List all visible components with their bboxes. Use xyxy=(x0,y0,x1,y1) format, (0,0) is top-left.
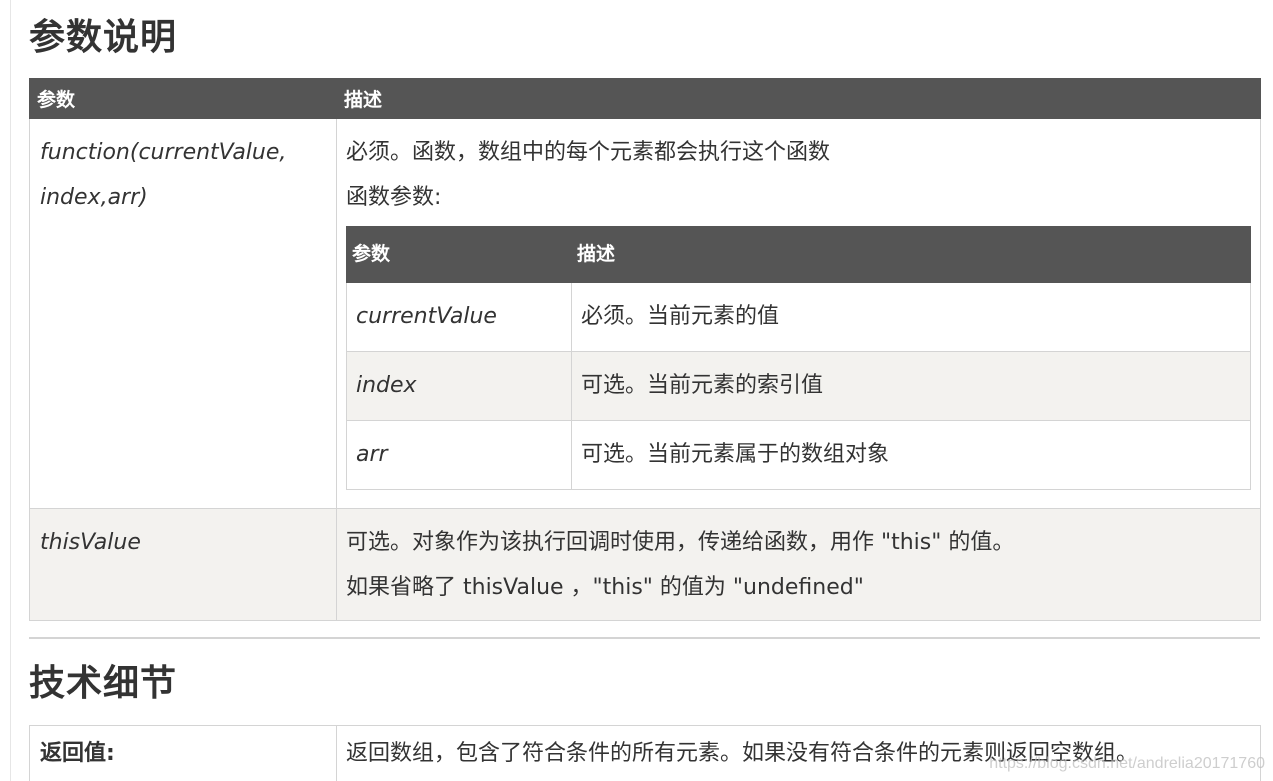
watermark-text: https://blog.csdn.net/andrelia20171760 xyxy=(989,755,1265,772)
nested-param-cell: index xyxy=(346,351,572,421)
nested-header-row: 参数 描述 xyxy=(346,226,1251,283)
nested-desc-cell: 必须。当前元素的值 xyxy=(571,282,1251,352)
section-divider xyxy=(29,637,1260,639)
nested-param-cell: arr xyxy=(346,420,572,490)
table-row: arr 可选。当前元素属于的数组对象 xyxy=(346,420,1251,490)
header-param: 参数 xyxy=(29,78,337,119)
nested-header-desc: 描述 xyxy=(571,226,1251,283)
table-row: currentValue 必须。当前元素的值 xyxy=(346,282,1251,352)
param-name-line: index,arr) xyxy=(40,185,148,210)
left-border-line xyxy=(10,0,11,781)
callback-params-table: 参数 描述 currentValue 必须。当前元素的值 index 可选。当前… xyxy=(346,226,1251,490)
section-title-tech-details: 技术细节 xyxy=(29,663,178,704)
section-title-params: 参数说明 xyxy=(29,17,178,58)
return-value-label: 返回值: xyxy=(29,725,337,781)
param-name-cell: thisValue xyxy=(29,508,337,621)
nested-header-param: 参数 xyxy=(346,226,572,283)
nested-desc-cell: 可选。当前元素属于的数组对象 xyxy=(571,420,1251,490)
table-row: thisValue 可选。对象作为该执行回调时使用，传递给函数，用作 "this… xyxy=(29,508,1261,621)
params-table: 参数 描述 function(currentValue, index,arr) … xyxy=(29,78,1261,621)
desc-text: 必须。函数，数组中的每个元素都会执行这个函数 xyxy=(346,140,831,165)
desc-text: 可选。对象作为该执行回调时使用，传递给函数，用作 "this" 的值。 xyxy=(346,530,1015,555)
table-row: function(currentValue, index,arr) 必须。函数，… xyxy=(29,118,1261,509)
param-name-line: thisValue xyxy=(40,530,141,555)
param-desc-cell: 必须。函数，数组中的每个元素都会执行这个函数 函数参数: 参数 描述 curre… xyxy=(336,118,1261,509)
nested-param-cell: currentValue xyxy=(346,282,572,352)
param-name-cell: function(currentValue, index,arr) xyxy=(29,118,337,509)
desc-text: 函数参数: xyxy=(346,185,442,210)
params-table-header-row: 参数 描述 xyxy=(29,78,1261,119)
param-name-line: function(currentValue, xyxy=(40,140,287,165)
nested-desc-cell: 可选。当前元素的索引值 xyxy=(571,351,1251,421)
param-desc-cell: 可选。对象作为该执行回调时使用，传递给函数，用作 "this" 的值。 如果省略… xyxy=(336,508,1261,621)
desc-text: 如果省略了 thisValue ，"this" 的值为 "undefined" xyxy=(346,575,864,600)
table-row: index 可选。当前元素的索引值 xyxy=(346,351,1251,421)
header-desc: 描述 xyxy=(336,78,1261,119)
